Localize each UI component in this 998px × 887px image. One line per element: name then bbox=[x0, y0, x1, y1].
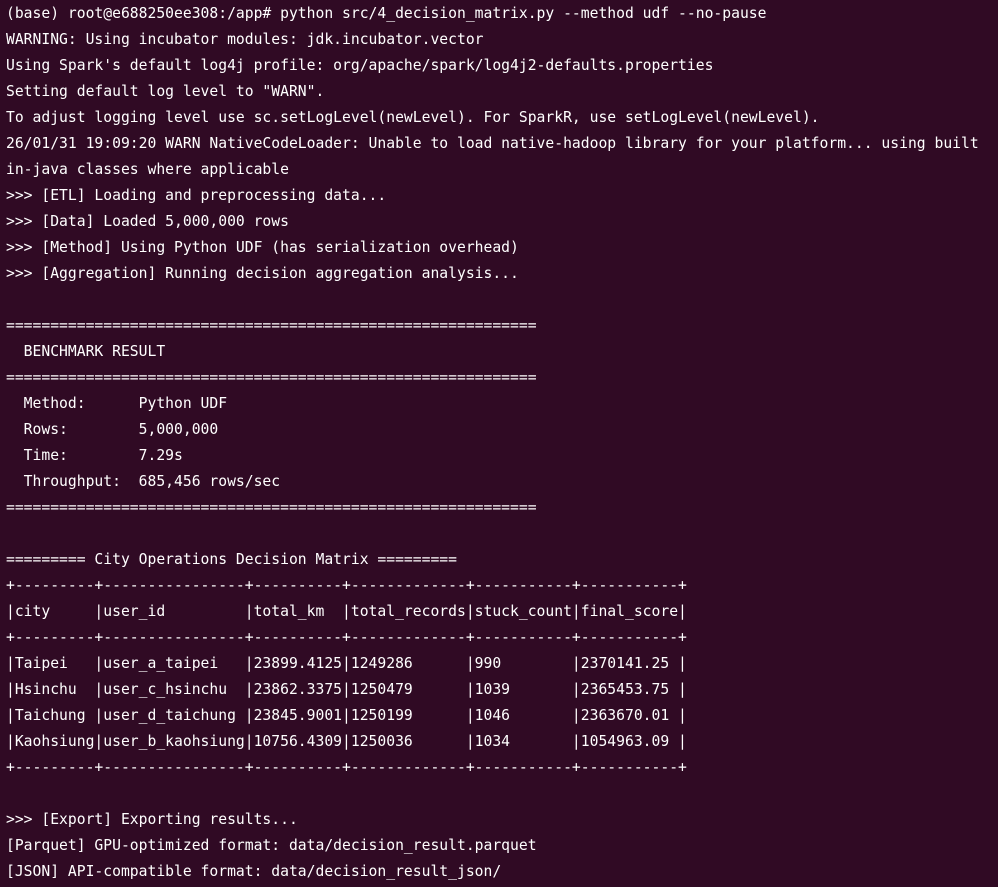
terminal-line: Method: Python UDF bbox=[6, 395, 228, 412]
terminal-line: |Taipei |user_a_taipei |23899.4125|12492… bbox=[6, 655, 687, 672]
terminal-line: >>> [Export] Exporting results... bbox=[6, 811, 298, 828]
terminal-line: Rows: 5,000,000 bbox=[6, 421, 219, 438]
terminal-line: |Hsinchu |user_c_hsinchu |23862.3375|125… bbox=[6, 681, 687, 698]
terminal-line: To adjust logging level use sc.setLogLev… bbox=[6, 109, 820, 126]
terminal-line: Setting default log level to "WARN". bbox=[6, 83, 325, 100]
terminal-window[interactable]: (base) root@e688250ee308:/app# python sr… bbox=[0, 0, 998, 887]
terminal-line: >>> [Data] Loaded 5,000,000 rows bbox=[6, 213, 289, 230]
terminal-line: >>> [ETL] Loading and preprocessing data… bbox=[6, 187, 387, 204]
terminal-line: [JSON] API-compatible format: data/decis… bbox=[6, 863, 502, 880]
terminal-line: Throughput: 685,456 rows/sec bbox=[6, 473, 281, 490]
terminal-line: in-java classes where applicable bbox=[6, 161, 289, 178]
terminal-line: |Taichung |user_d_taichung |23845.9001|1… bbox=[6, 707, 687, 724]
terminal-line: WARNING: Using incubator modules: jdk.in… bbox=[6, 31, 484, 48]
terminal-output: (base) root@e688250ee308:/app# python sr… bbox=[0, 0, 998, 885]
terminal-line: +---------+----------------+----------+-… bbox=[6, 759, 687, 776]
terminal-line: ========================================… bbox=[6, 369, 537, 386]
terminal-line: >>> [Aggregation] Running decision aggre… bbox=[6, 265, 519, 282]
terminal-line: [Parquet] GPU-optimized format: data/dec… bbox=[6, 837, 537, 854]
terminal-line: (base) root@e688250ee308:/app# python sr… bbox=[6, 5, 767, 22]
terminal-line: 26/01/31 19:09:20 WARN NativeCodeLoader:… bbox=[6, 135, 979, 152]
terminal-line: Using Spark's default log4j profile: org… bbox=[6, 57, 714, 74]
terminal-line: Time: 7.29s bbox=[6, 447, 183, 464]
terminal-line: ========= City Operations Decision Matri… bbox=[6, 551, 457, 568]
terminal-line: ========================================… bbox=[6, 317, 537, 334]
terminal-line: +---------+----------------+----------+-… bbox=[6, 577, 687, 594]
terminal-line: ========================================… bbox=[6, 499, 537, 516]
terminal-line: |Kaohsiung|user_b_kaohsiung|10756.4309|1… bbox=[6, 733, 687, 750]
terminal-line: BENCHMARK RESULT bbox=[6, 343, 166, 360]
terminal-line: +---------+----------------+----------+-… bbox=[6, 629, 687, 646]
terminal-line: >>> [Method] Using Python UDF (has seria… bbox=[6, 239, 519, 256]
terminal-line: |city |user_id |total_km |total_records|… bbox=[6, 603, 687, 620]
